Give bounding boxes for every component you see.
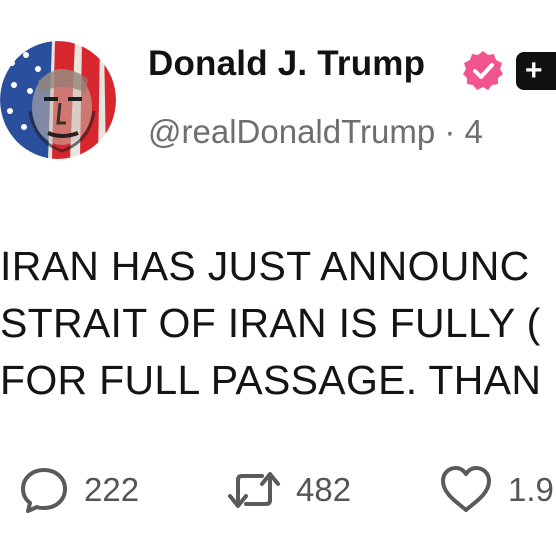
post-card: Donald J. Trump + @realDonaldTrump · 4 I… — [0, 0, 556, 557]
repost-button[interactable]: 482 — [226, 460, 351, 520]
post-body: IRAN HAS JUST ANNOUNC STRAIT OF IRAN IS … — [0, 238, 541, 409]
reply-button[interactable]: 222 — [18, 460, 139, 520]
verified-badge-icon — [463, 51, 503, 90]
plus-badge[interactable]: + — [516, 52, 556, 90]
like-button[interactable]: 1.9 — [438, 460, 554, 520]
reply-count: 222 — [84, 471, 140, 508]
author-handle-timestamp[interactable]: @realDonaldTrump · 4 — [148, 113, 483, 151]
repost-arrows-icon — [228, 472, 280, 508]
repost-count: 482 — [296, 471, 352, 508]
post-body-line: STRAIT OF IRAN IS FULLY ( — [0, 300, 541, 346]
heart-icon — [441, 466, 491, 512]
post-body-line: FOR FULL PASSAGE. THAN — [0, 357, 542, 403]
post-body-line: IRAN HAS JUST ANNOUNC — [0, 243, 530, 289]
flag-portrait-avatar-image — [0, 41, 116, 159]
like-count: 1.9 — [508, 471, 554, 508]
author-display-name[interactable]: Donald J. Trump — [148, 44, 425, 84]
action-bar: 222 482 1.9 — [0, 460, 556, 520]
avatar[interactable] — [0, 41, 116, 159]
reply-bubble-icon — [21, 468, 67, 513]
